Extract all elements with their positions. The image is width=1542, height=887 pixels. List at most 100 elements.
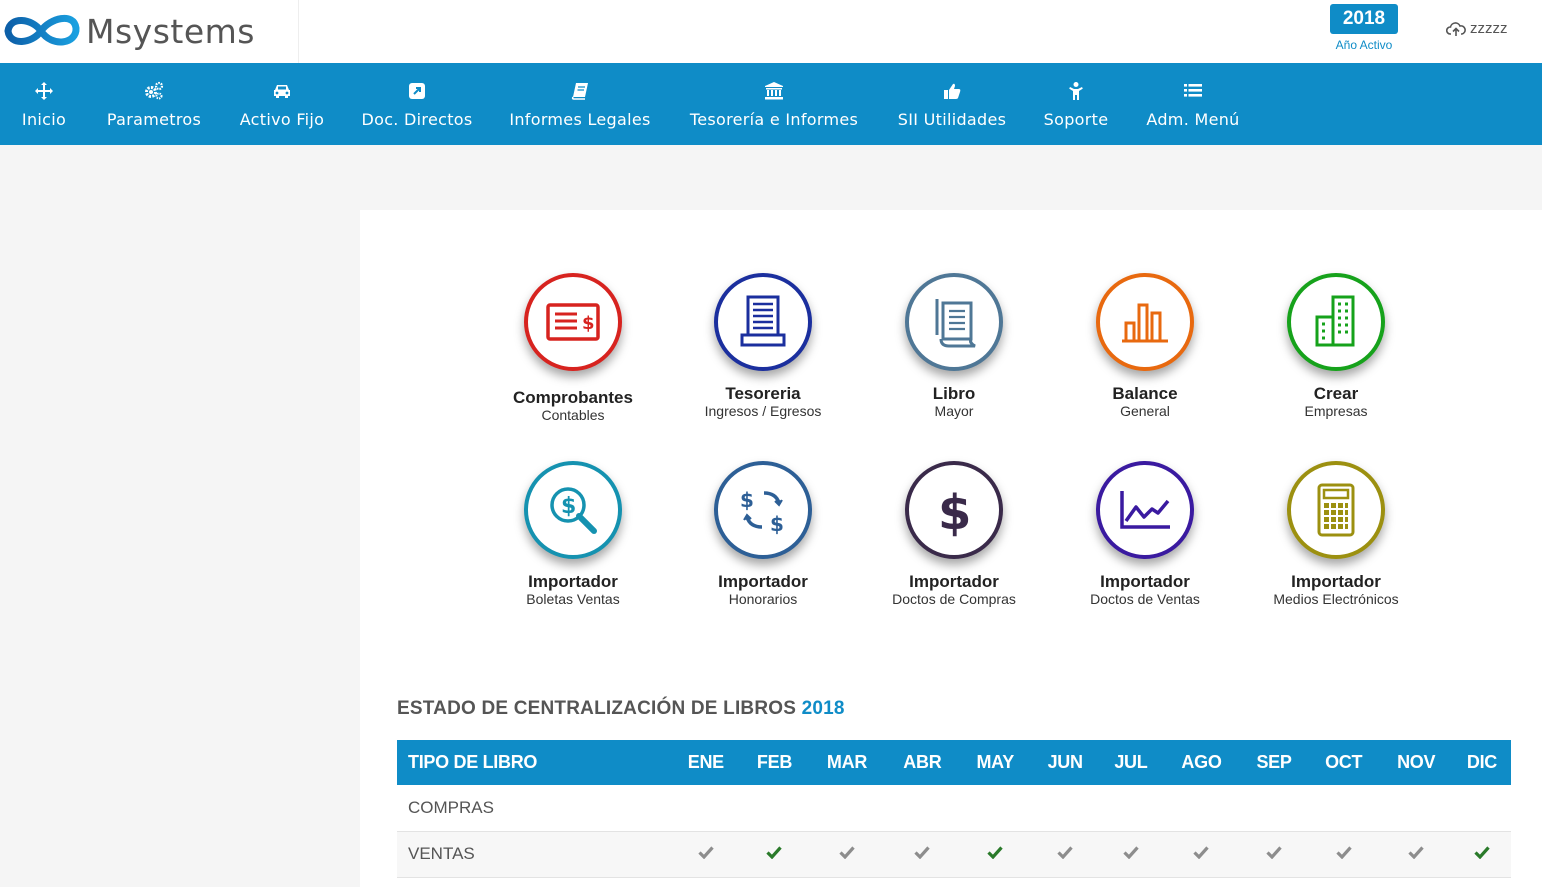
month-status-cell[interactable] (885, 831, 960, 878)
line-chart-icon (1120, 491, 1170, 529)
voucher-icon: $ (546, 303, 600, 341)
active-year[interactable]: 2018 Año Activo (1330, 4, 1398, 52)
nav-item-sii-utilidades[interactable]: SII Utilidades (896, 63, 1008, 145)
tile-tesoreria[interactable]: Tesoreria Ingresos / Egresos (673, 273, 853, 419)
tile-importador-medios[interactable]: Importador Medios Electrónicos (1246, 461, 1426, 607)
month-status-cell[interactable] (959, 831, 1032, 878)
month-status-cell (1031, 785, 1099, 832)
column-header-month: DIC (1466, 752, 1497, 772)
tile-title: Importador (718, 572, 808, 591)
check-icon (839, 846, 855, 859)
nav-item-tesoreria-informes[interactable]: Tesorería e Informes (686, 63, 862, 145)
buildings-icon (1315, 295, 1355, 347)
check-icon (1057, 846, 1073, 859)
check-icon (1335, 846, 1352, 859)
month-status-cell[interactable] (1379, 831, 1453, 878)
tile-subtitle: Doctos de Compras (892, 591, 1016, 607)
dollar-icon: $ (938, 485, 971, 541)
column-header-month: NOV (1397, 752, 1436, 772)
month-status-cell (671, 785, 741, 832)
tile-icon-circle (1096, 273, 1194, 371)
tile-title: Crear (1313, 384, 1359, 403)
nav-item-soporte[interactable]: Soporte (1041, 63, 1111, 145)
user-name: zzzzz (1470, 20, 1508, 37)
month-status-cell[interactable] (1240, 831, 1308, 878)
brand-logo[interactable]: Msystems (2, 6, 255, 56)
table-row: COMPRAS (397, 785, 1511, 832)
tile-subtitle: Empresas (1304, 403, 1368, 419)
tile-importador-compras[interactable]: $ Importador Doctos de Compras (864, 461, 1044, 607)
column-header-month: JUN (1047, 752, 1083, 772)
tile-importador-boletas[interactable]: $ Importador Boletas Ventas (483, 461, 663, 607)
month-status-cell[interactable] (1307, 831, 1380, 878)
external-link-icon (409, 83, 425, 99)
header-divider (298, 0, 299, 63)
svg-text:$: $ (582, 313, 595, 334)
nav-item-activo-fijo[interactable]: Activo Fijo (238, 63, 326, 145)
column-header-month: FEB (756, 752, 793, 772)
bank-icon (765, 82, 783, 100)
list-icon (1184, 84, 1202, 97)
book-type-cell: VENTAS (397, 831, 671, 878)
nav-label: Parametros (106, 110, 202, 129)
table-row: VENTAS (397, 831, 1511, 878)
nav-item-parametros[interactable]: Parametros (104, 63, 204, 145)
column-header-month: AGO (1181, 752, 1222, 772)
column-header-month: ABR (903, 752, 942, 772)
tile-subtitle: Honorarios (728, 591, 798, 607)
month-status-cell[interactable] (740, 831, 809, 878)
month-status-cell[interactable] (1098, 831, 1163, 878)
nav-item-inicio[interactable]: Inicio (21, 63, 67, 145)
column-header-month: OCT (1325, 752, 1363, 772)
tile-subtitle: Doctos de Ventas (1090, 591, 1200, 607)
check-icon (1123, 846, 1139, 859)
tile-crear-empresas[interactable]: Crear Empresas (1246, 273, 1426, 419)
tile-icon-circle: $ $ (714, 461, 812, 559)
month-status-cell[interactable] (1452, 831, 1511, 878)
exchange-dollar-icon: $$ (740, 488, 784, 536)
month-status-cell (1452, 785, 1511, 832)
tile-icon-circle (1096, 461, 1194, 559)
user-menu[interactable]: zzzzz (1446, 20, 1508, 37)
tile-importador-ventas[interactable]: Importador Doctos de Ventas (1055, 461, 1235, 607)
month-status-cell (1162, 785, 1241, 832)
month-status-cell[interactable] (671, 831, 741, 878)
tile-title: Libro (932, 384, 976, 403)
tile-balance-general[interactable]: Balance General (1055, 273, 1235, 419)
tile-subtitle: Mayor (934, 403, 974, 419)
infinity-logo-icon (4, 14, 80, 46)
nav-label: Activo Fijo (239, 110, 325, 129)
check-icon (1474, 846, 1490, 859)
table-body: COMPRAS VENTAS (397, 785, 1511, 878)
tile-libro-mayor[interactable]: Libro Mayor (864, 273, 1044, 419)
check-icon (1193, 846, 1210, 859)
main-content: $ Comprobantes Contables Tesoreria Ingre… (360, 210, 1542, 887)
tile-title: Importador (528, 572, 618, 591)
tile-title: Importador (1291, 572, 1381, 591)
nav-item-adm-menu[interactable]: Adm. Menú (1144, 63, 1242, 145)
column-header-month: MAY (976, 752, 1014, 772)
month-status-cell (1307, 785, 1380, 832)
section-title-year: 2018 (801, 698, 845, 719)
nav-item-informes-legales[interactable]: Informes Legales (508, 63, 652, 145)
month-status-cell[interactable] (808, 831, 886, 878)
tile-title: Comprobantes (513, 388, 633, 407)
svg-text:$: $ (561, 494, 576, 519)
main-nav: Inicio Parametros Activo Fijo Doc. Direc… (0, 63, 1542, 145)
check-icon (698, 846, 714, 859)
tile-subtitle: Boletas Ventas (526, 591, 620, 607)
month-status-cell (885, 785, 960, 832)
month-status-cell[interactable] (1162, 831, 1241, 878)
nav-label: Inicio (21, 110, 67, 129)
nav-label: SII Utilidades (897, 110, 1007, 129)
brand-name: Msystems (86, 11, 255, 51)
tile-importador-honorarios[interactable]: $ $ Importador Honorarios (673, 461, 853, 607)
tile-title: Balance (1112, 384, 1178, 403)
search-dollar-icon: $ (550, 487, 597, 534)
month-status-cell[interactable] (1031, 831, 1099, 878)
tile-comprobantes[interactable]: $ Comprobantes Contables (483, 273, 663, 423)
calculator-icon (1317, 483, 1355, 537)
book-type-cell: COMPRAS (397, 785, 671, 832)
svg-text:$: $ (740, 488, 754, 512)
nav-item-doc-directos[interactable]: Doc. Directos (360, 63, 474, 145)
